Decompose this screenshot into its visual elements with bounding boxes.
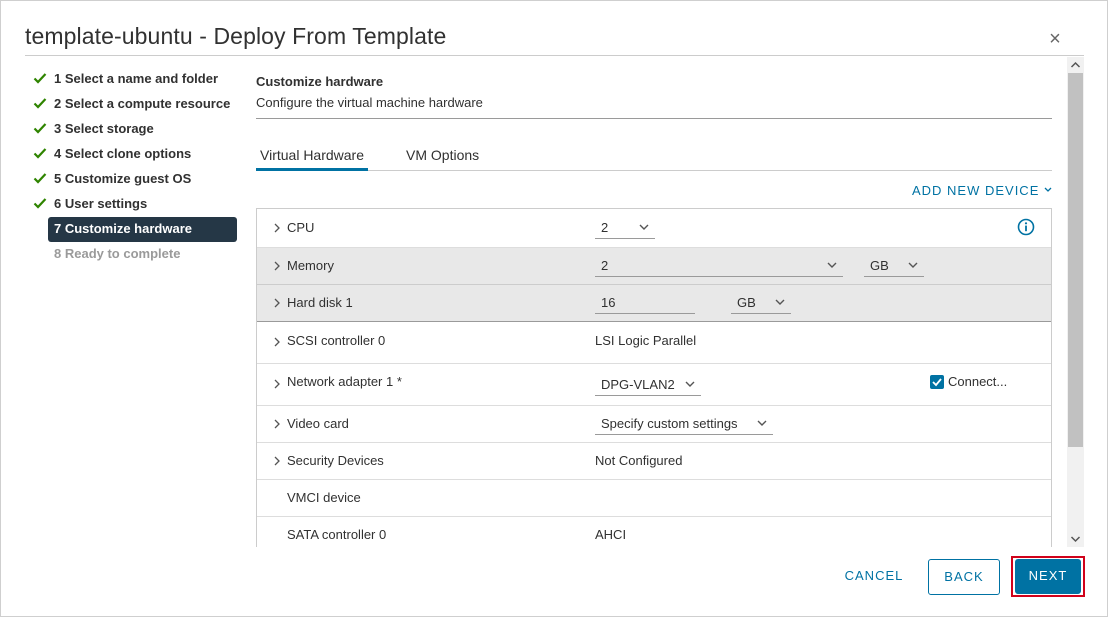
hw-row-scsi: SCSI controller 0 LSI Logic Parallel <box>257 322 1051 364</box>
hard-disk-unit-select[interactable]: GB <box>731 292 791 314</box>
check-icon <box>33 123 47 134</box>
hard-disk-size-input[interactable]: 16 <box>595 292 695 314</box>
check-icon <box>33 98 47 109</box>
cpu-select[interactable]: 2 <box>595 217 655 239</box>
check-icon <box>33 73 47 84</box>
hard-disk-label: Hard disk 1 <box>287 295 353 310</box>
back-button[interactable]: BACK <box>928 559 1000 595</box>
chevron-down-icon <box>775 299 785 305</box>
hw-row-vmci: VMCI device <box>257 480 1051 517</box>
chevron-right-icon[interactable] <box>272 337 282 347</box>
checkmark-icon <box>932 378 942 387</box>
section-divider <box>256 118 1052 119</box>
chevron-down-icon <box>908 262 918 268</box>
step-7[interactable]: 7 Customize hardware <box>48 217 237 242</box>
video-label: Video card <box>287 416 349 431</box>
chevron-right-icon[interactable] <box>272 456 282 466</box>
hw-row-memory: Memory 2 GB <box>257 248 1051 285</box>
chevron-right-icon[interactable] <box>272 419 282 429</box>
hw-row-cpu: CPU 2 <box>257 209 1051 248</box>
cancel-button[interactable]: CANCEL <box>835 559 913 595</box>
step-label: 3 Select storage <box>54 121 154 136</box>
close-icon[interactable]: × <box>1045 29 1065 49</box>
memory-unit-select[interactable]: GB <box>864 255 924 277</box>
chevron-down-icon <box>827 262 837 268</box>
scroll-down-icon[interactable] <box>1070 534 1081 544</box>
step-4[interactable]: 4 Select clone options <box>31 142 241 167</box>
chevron-right-icon[interactable] <box>272 223 282 233</box>
network-select[interactable]: DPG-VLAN2 <box>595 374 701 396</box>
check-icon <box>33 148 47 159</box>
scsi-value: LSI Logic Parallel <box>595 333 697 348</box>
chevron-down-icon <box>1044 187 1052 192</box>
chevron-down-icon <box>639 224 649 230</box>
chevron-down-icon <box>757 420 767 426</box>
memory-select[interactable]: 2 <box>595 255 843 277</box>
video-value: Specify custom settings <box>601 416 738 431</box>
wizard-steps: 1 Select a name and folder 2 Select a co… <box>31 67 241 267</box>
hard-disk-value: 16 <box>601 295 616 310</box>
connect-checkbox[interactable] <box>930 375 944 389</box>
step-3[interactable]: 3 Select storage <box>31 117 241 142</box>
step-label: 7 Customize hardware <box>54 221 192 236</box>
step-8: 8 Ready to complete <box>31 242 241 267</box>
tab-vm-options[interactable]: VM Options <box>402 147 483 171</box>
connect-label: Connect... <box>948 374 1008 389</box>
security-value: Not Configured <box>595 453 683 468</box>
hardware-list: CPU 2 Memory 2 GB Hard disk 1 16 GB SCSI… <box>256 208 1052 547</box>
chevron-down-icon <box>685 381 695 387</box>
cpu-value: 2 <box>601 220 609 235</box>
scsi-label: SCSI controller 0 <box>287 333 386 348</box>
next-button[interactable]: NEXT <box>1015 559 1081 594</box>
hw-row-security: Security Devices Not Configured <box>257 443 1051 480</box>
info-icon[interactable] <box>1017 218 1035 236</box>
check-icon <box>33 198 47 209</box>
hw-row-sata: SATA controller 0 AHCI <box>257 517 1051 547</box>
sata-label: SATA controller 0 <box>287 527 387 542</box>
step-label: 8 Ready to complete <box>54 246 181 261</box>
memory-unit: GB <box>870 258 889 273</box>
scrollbar-thumb[interactable] <box>1068 73 1083 447</box>
step-label: 6 User settings <box>54 196 148 211</box>
network-label: Network adapter 1 * <box>287 374 402 389</box>
title-divider <box>25 55 1084 56</box>
chevron-right-icon[interactable] <box>272 261 282 271</box>
add-device-label: ADD NEW DEVICE <box>911 183 1040 198</box>
section-subtitle: Configure the virtual machine hardware <box>256 95 483 110</box>
step-label: 5 Customize guest OS <box>54 171 192 186</box>
cpu-label: CPU <box>287 220 315 235</box>
chevron-right-icon[interactable] <box>272 298 282 308</box>
network-value: DPG-VLAN2 <box>601 377 675 392</box>
scroll-up-icon[interactable] <box>1070 60 1081 70</box>
security-label: Security Devices <box>287 453 384 468</box>
add-new-device-button[interactable]: ADD NEW DEVICE <box>912 183 1052 198</box>
step-2[interactable]: 2 Select a compute resource <box>31 92 241 117</box>
check-icon <box>33 173 47 184</box>
step-label: 1 Select a name and folder <box>54 71 219 86</box>
deploy-dialog: template-ubuntu - Deploy From Template ×… <box>0 0 1108 617</box>
dialog-title: template-ubuntu - Deploy From Template <box>25 23 447 49</box>
tab-virtual-hardware[interactable]: Virtual Hardware <box>256 147 369 171</box>
step-5[interactable]: 5 Customize guest OS <box>31 167 241 192</box>
section-title: Customize hardware <box>256 74 384 89</box>
step-6[interactable]: 6 User settings <box>31 192 241 217</box>
tab-bar: Virtual Hardware VM Options <box>256 141 1052 171</box>
step-1[interactable]: 1 Select a name and folder <box>31 67 241 92</box>
vmci-label: VMCI device <box>287 490 361 505</box>
step-label: 4 Select clone options <box>54 146 192 161</box>
memory-value: 2 <box>601 258 609 273</box>
hard-disk-unit: GB <box>737 295 756 310</box>
hw-row-video: Video card Specify custom settings <box>257 406 1051 443</box>
step-label: 2 Select a compute resource <box>54 96 231 111</box>
hw-row-network: Network adapter 1 * DPG-VLAN2 Connect... <box>257 364 1051 406</box>
chevron-right-icon[interactable] <box>272 379 282 389</box>
memory-label: Memory <box>287 258 334 273</box>
sata-value: AHCI <box>595 527 627 542</box>
video-select[interactable]: Specify custom settings <box>595 413 773 435</box>
hw-row-hard-disk: Hard disk 1 16 GB <box>257 285 1051 322</box>
